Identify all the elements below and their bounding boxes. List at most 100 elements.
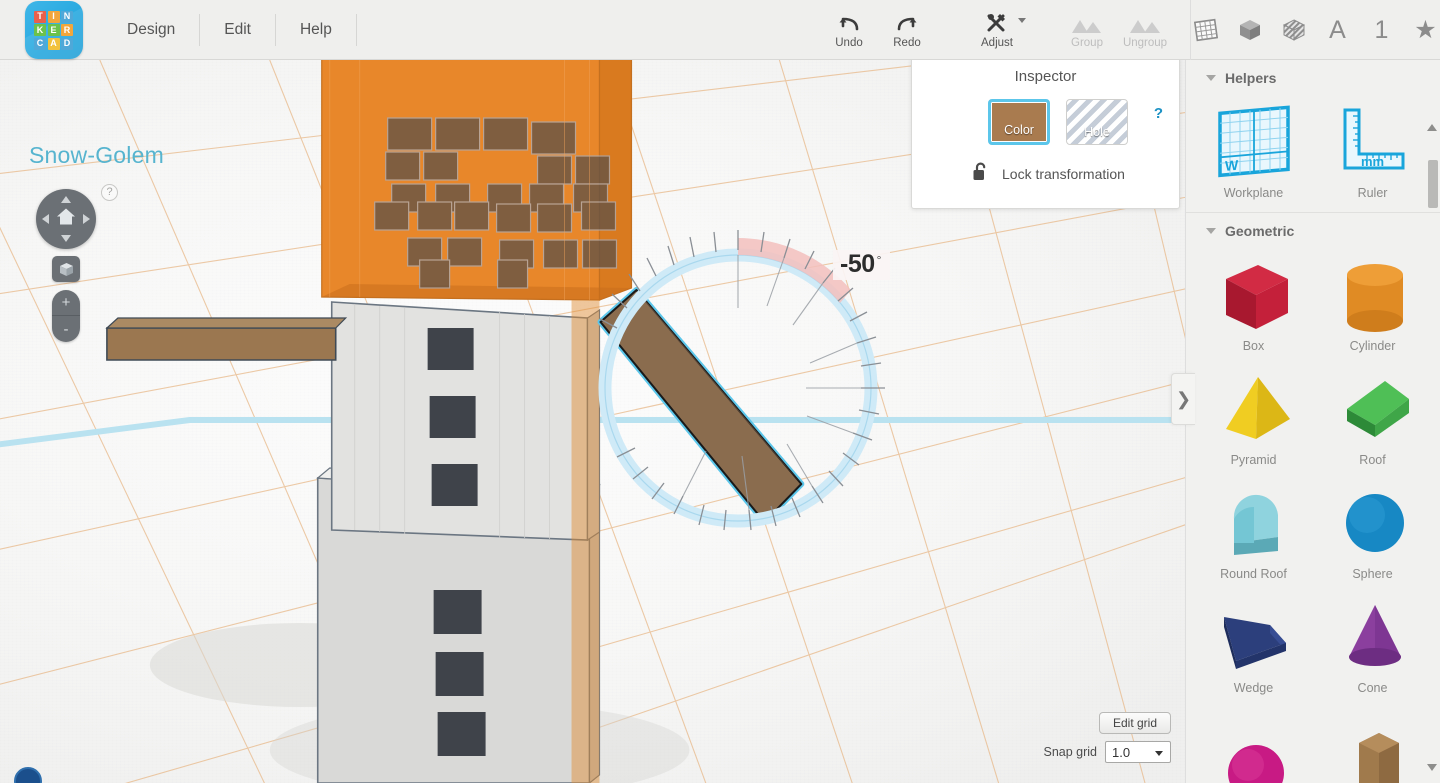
nav-right-arrow-icon[interactable] bbox=[83, 214, 90, 224]
shape-label: Ruler bbox=[1357, 186, 1388, 200]
group-button[interactable]: Group bbox=[1058, 1, 1116, 59]
text-icon-glyph: A bbox=[1329, 15, 1346, 44]
panel-scroll-up-icon[interactable] bbox=[1427, 124, 1437, 131]
hole-cube-icon[interactable] bbox=[1280, 15, 1308, 45]
rotation-value: -50 bbox=[840, 250, 875, 278]
grid-controls: Edit grid Snap grid 1.0 bbox=[1043, 712, 1171, 763]
shape-label: Pyramid bbox=[1230, 453, 1277, 467]
lock-transformation-label: Lock transformation bbox=[1002, 166, 1125, 182]
text-icon[interactable]: A bbox=[1324, 15, 1352, 45]
ungroup-icon bbox=[1128, 11, 1162, 35]
group-icon bbox=[1070, 11, 1104, 35]
number-icon[interactable]: 1 bbox=[1368, 15, 1396, 45]
rotation-gizmo[interactable] bbox=[595, 188, 905, 568]
inspector-panel: Inspector Color Hole ? Lock transformati… bbox=[911, 56, 1180, 209]
section-header-geometric[interactable]: Geometric bbox=[1186, 213, 1440, 247]
pumpkin-head bbox=[321, 60, 633, 301]
shape-hex-prism[interactable]: Hex Prism bbox=[1313, 703, 1432, 783]
workplane-icon: W bbox=[1212, 100, 1296, 184]
nav-up-arrow-icon[interactable] bbox=[61, 196, 71, 203]
number-icon-glyph: 1 bbox=[1374, 15, 1389, 44]
shape-pyramid[interactable]: Pyramid bbox=[1194, 361, 1313, 471]
rotation-degree-symbol: ° bbox=[876, 253, 882, 267]
grid-icon[interactable] bbox=[1192, 15, 1220, 45]
project-title: Snow-Golem bbox=[29, 142, 164, 168]
ruler-icon: mm bbox=[1331, 100, 1415, 184]
panel-collapse-button[interactable]: ❯ bbox=[1171, 373, 1195, 425]
zoom-in-button[interactable]: + bbox=[52, 290, 80, 316]
inspector-help-icon[interactable]: ? bbox=[1154, 105, 1163, 122]
inspector-swatches: Color Hole bbox=[988, 99, 1179, 145]
tinkercad-logo[interactable]: TIN KER CAD bbox=[25, 0, 83, 59]
logo-tile-t: T bbox=[34, 10, 46, 23]
shapes-panel: Helpers W Workplane mm Ruler Geometric B… bbox=[1186, 60, 1440, 783]
panel-scroll-down-icon[interactable] bbox=[1427, 764, 1437, 771]
snap-grid-row: Snap grid 1.0 bbox=[1043, 741, 1171, 763]
lock-transformation-row[interactable]: Lock transformation bbox=[972, 161, 1179, 187]
redo-label: Redo bbox=[893, 37, 921, 49]
featured-star-icon[interactable]: ★ bbox=[1412, 15, 1440, 45]
chevron-down-icon[interactable] bbox=[1018, 18, 1026, 23]
shape-wedge[interactable]: Wedge bbox=[1194, 589, 1313, 699]
undo-button[interactable]: Undo bbox=[820, 1, 878, 59]
redo-button[interactable]: Redo bbox=[878, 1, 936, 59]
adjust-button[interactable]: Adjust bbox=[962, 1, 1032, 59]
fit-view-button[interactable] bbox=[52, 256, 80, 282]
color-swatch[interactable]: Color bbox=[988, 99, 1050, 145]
shape-cylinder[interactable]: Cylinder bbox=[1313, 247, 1432, 357]
edit-grid-button[interactable]: Edit grid bbox=[1098, 712, 1171, 734]
nav-left-arrow-icon[interactable] bbox=[42, 214, 49, 224]
star-icon-glyph: ★ bbox=[1414, 15, 1437, 44]
body-upper bbox=[330, 301, 601, 542]
arm-left bbox=[105, 317, 348, 361]
adjust-label: Adjust bbox=[981, 37, 1013, 49]
shape-hemisphere[interactable]: Hemisphere bbox=[1194, 703, 1313, 783]
logo-tile-r: R bbox=[61, 24, 73, 36]
chevron-down-icon bbox=[1206, 75, 1216, 81]
hole-swatch[interactable]: Hole bbox=[1066, 99, 1128, 145]
shape-round-roof[interactable]: Round Roof bbox=[1194, 475, 1313, 585]
pyramid-icon bbox=[1208, 367, 1300, 451]
inspector-title: Inspector bbox=[1014, 68, 1077, 85]
viewport-help-icon[interactable]: ? bbox=[101, 184, 118, 201]
zoom-out-button[interactable]: - bbox=[52, 316, 80, 342]
adjust-icon bbox=[984, 11, 1010, 35]
shape-label: Wedge bbox=[1233, 681, 1274, 695]
shape-cone[interactable]: Cone bbox=[1313, 589, 1432, 699]
section-header-helpers[interactable]: Helpers bbox=[1186, 60, 1440, 94]
shape-ruler[interactable]: mm Ruler bbox=[1313, 94, 1432, 204]
shape-box[interactable]: Box bbox=[1194, 247, 1313, 357]
zoom-controls[interactable]: + - bbox=[52, 290, 80, 342]
roof-icon bbox=[1327, 367, 1419, 451]
home-view-icon[interactable] bbox=[55, 207, 77, 232]
logo-tile-a: A bbox=[47, 37, 60, 50]
logo-letter-grid: TIN KER CAD bbox=[34, 10, 73, 50]
svg-text:mm: mm bbox=[1361, 154, 1384, 169]
logo-tile-d: D bbox=[61, 37, 73, 50]
menu-item-help[interactable]: Help bbox=[276, 13, 357, 46]
main-menu: Design Edit Help bbox=[109, 0, 357, 60]
solid-cube-icon[interactable] bbox=[1236, 15, 1264, 45]
cylinder-icon bbox=[1327, 253, 1419, 337]
view-navigation-pad[interactable] bbox=[36, 189, 96, 249]
nav-down-arrow-icon[interactable] bbox=[61, 235, 71, 242]
snap-grid-select[interactable]: 1.0 bbox=[1105, 741, 1171, 763]
shape-label: Workplane bbox=[1223, 186, 1284, 200]
color-swatch-label: Color bbox=[1004, 123, 1034, 137]
box-icon bbox=[1208, 253, 1300, 337]
ungroup-button[interactable]: Ungroup bbox=[1116, 1, 1174, 59]
section-title-helpers: Helpers bbox=[1225, 70, 1277, 86]
menu-item-edit[interactable]: Edit bbox=[200, 13, 276, 46]
panel-scrollbar[interactable] bbox=[1428, 160, 1438, 208]
snap-grid-value: 1.0 bbox=[1112, 744, 1131, 760]
logo-tile-n: N bbox=[61, 10, 73, 23]
shape-workplane[interactable]: W Workplane bbox=[1194, 94, 1313, 204]
shape-sphere[interactable]: Sphere bbox=[1313, 475, 1432, 585]
shape-roof[interactable]: Roof bbox=[1313, 361, 1432, 471]
shape-label: Cylinder bbox=[1349, 339, 1396, 353]
tinkercad-app: TINKERCAD Design Edit Help Undo Redo Adj… bbox=[0, 0, 1440, 783]
snap-grid-label: Snap grid bbox=[1043, 745, 1097, 759]
menu-item-design[interactable]: Design bbox=[109, 13, 201, 46]
group-label: Group bbox=[1071, 37, 1103, 49]
sphere-icon bbox=[1327, 481, 1419, 565]
